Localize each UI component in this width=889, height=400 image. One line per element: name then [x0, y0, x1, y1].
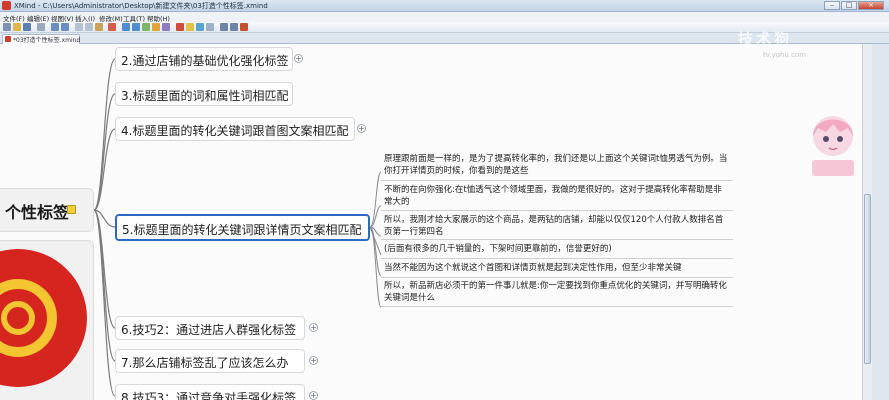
presentation-icon[interactable] — [240, 23, 248, 31]
mascot-sticker-image — [812, 116, 854, 176]
note-item-6[interactable]: 所以，新品新店必须干的第一件事儿就是:你一定要找到你重点优化的关键词，并写明确转… — [384, 280, 729, 304]
hyperlink-icon[interactable] — [196, 23, 204, 31]
video-watermark-url: tv.yohu.com — [763, 51, 807, 59]
topic-branch-6[interactable]: 6.技巧2：通过进店人群强化标签 — [115, 316, 305, 340]
xmind-file-icon — [5, 36, 11, 42]
close-button[interactable]: × — [858, 1, 884, 10]
topic-branch-5-label: 5.标题里面的转化关键词跟详情页文案相匹配 — [122, 223, 362, 237]
redo-icon[interactable] — [61, 23, 69, 31]
topic-branch-3[interactable]: 3.标题里面的词和属性词相匹配 — [115, 82, 293, 106]
attachment-icon[interactable] — [206, 23, 214, 31]
note-icon[interactable] — [67, 205, 76, 214]
topic-branch-2[interactable]: 2.通过店铺的基础优化强化标签 — [115, 47, 293, 71]
vertical-scrollbar[interactable] — [862, 44, 872, 400]
open-icon[interactable] — [13, 23, 21, 31]
note-item-4[interactable]: (后面有很多的几千销量的，下架时间更靠前的，信誉更好的) — [384, 243, 729, 255]
cut-icon[interactable] — [75, 23, 83, 31]
central-topic[interactable]: 个性标签 — [0, 188, 94, 232]
topic-branch-4-label: 4.标题里面的转化关键词跟首图文案相匹配 — [121, 124, 349, 138]
video-watermark: 技术狗 — [738, 30, 793, 48]
note-item-1[interactable]: 原理跟前面是一样的，是为了提高转化率的，我们还是以上面这个关键词t恤男透气为例。… — [384, 153, 729, 177]
topic-branch-7-label: 7.那么店铺标签乱了应该怎么办 — [121, 356, 289, 370]
save-icon[interactable] — [23, 23, 31, 31]
boundary-icon[interactable] — [152, 23, 160, 31]
topic-branch-8-label: 8.技巧3：通过竞争对手强化标签 — [121, 391, 297, 400]
note-divider — [381, 239, 733, 240]
xmind-window: XMind - C:\Users\Administrator\Desktop\新… — [0, 0, 889, 400]
note-divider — [381, 180, 733, 181]
delete-icon[interactable] — [108, 23, 116, 31]
tab-document[interactable]: *03打造个性标签.xmind — [2, 34, 80, 44]
note-item-3[interactable]: 所以，我刚才给大家展示的这个商品，是两钻的店铺，却能以仅仅120个人付款人数排名… — [384, 214, 729, 238]
expand-branch-4-icon[interactable]: + — [357, 124, 366, 133]
shop-logo-image — [0, 249, 87, 387]
summary-icon[interactable] — [162, 23, 170, 31]
topic-branch-3-label: 3.标题里面的词和属性词相匹配 — [121, 89, 289, 103]
window-title: XMind - C:\Users\Administrator\Desktop\新… — [14, 2, 268, 10]
paste-icon[interactable] — [95, 23, 103, 31]
zoom-in-icon[interactable] — [220, 23, 228, 31]
new-icon[interactable] — [3, 23, 11, 31]
note-divider — [381, 210, 733, 211]
note-icon[interactable] — [186, 23, 194, 31]
note-item-5[interactable]: 当然不能因为这个就说这个首图和详情页就是起到决定性作用，但至少非常关键 — [384, 262, 729, 274]
topic-branch-8[interactable]: 8.技巧3：通过竞争对手强化标签 — [115, 384, 305, 400]
maximize-button[interactable]: □ — [841, 1, 857, 10]
undo-icon[interactable] — [51, 23, 59, 31]
logo-center — [1, 301, 35, 335]
print-icon[interactable] — [37, 23, 45, 31]
tab-document-label: *03打造个性标签.xmind — [13, 37, 81, 44]
note-divider — [381, 277, 733, 278]
expand-branch-6-icon[interactable]: + — [309, 323, 318, 332]
scrollbar-thumb[interactable] — [864, 194, 871, 364]
side-panel-strip — [872, 44, 889, 400]
mind-map-canvas[interactable]: 个性标签 2.通过店铺的基础优化强化标签 + 3.标题里面的词和属性词相匹配 4… — [0, 44, 862, 400]
copy-icon[interactable] — [85, 23, 93, 31]
expand-branch-7-icon[interactable]: + — [309, 356, 318, 365]
expand-branch-8-icon[interactable]: + — [309, 391, 318, 400]
topic-branch-4[interactable]: 4.标题里面的转化关键词跟首图文案相匹配 — [115, 117, 355, 141]
menu-bar: 文件(F) 编辑(E) 视图(V) 插入(I) 修改(M) 工具(T) 帮助(H… — [0, 12, 889, 23]
topic-branch-7[interactable]: 7.那么店铺标签乱了应该怎么办 — [115, 349, 305, 373]
note-divider — [381, 306, 733, 307]
xmind-app-icon — [2, 1, 11, 10]
marker-icon[interactable] — [176, 23, 184, 31]
zoom-out-icon[interactable] — [230, 23, 238, 31]
topic-branch-2-label: 2.通过店铺的基础优化强化标签 — [121, 54, 289, 68]
note-item-2[interactable]: 不断的在向你强化:在t恤透气这个领域里面，我做的是很好的。这对于提高转化率帮助是… — [384, 184, 729, 208]
subtopic-icon[interactable] — [132, 23, 140, 31]
topic-branch-6-label: 6.技巧2：通过进店人群强化标签 — [121, 323, 297, 337]
topic-icon[interactable] — [122, 23, 130, 31]
note-divider — [381, 258, 733, 259]
minimize-button[interactable]: – — [824, 1, 840, 10]
expand-branch-2-icon[interactable]: + — [294, 54, 303, 63]
title-bar[interactable]: XMind - C:\Users\Administrator\Desktop\新… — [0, 0, 889, 12]
relationship-icon[interactable] — [142, 23, 150, 31]
topic-image — [0, 240, 94, 400]
topic-branch-5[interactable]: 5.标题里面的转化关键词跟详情页文案相匹配 — [115, 214, 370, 241]
central-topic-label: 个性标签 — [5, 203, 70, 222]
